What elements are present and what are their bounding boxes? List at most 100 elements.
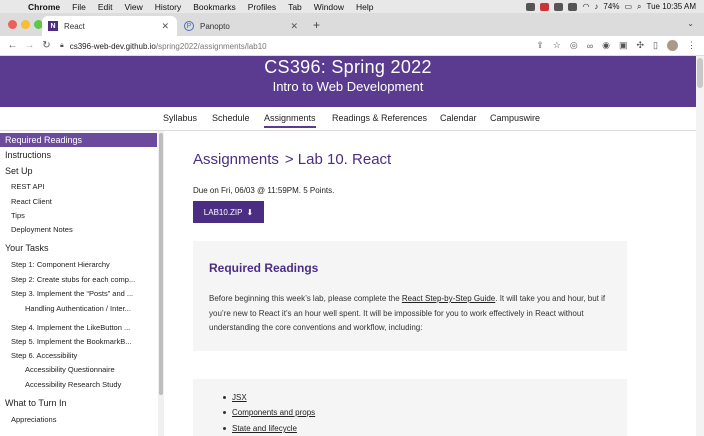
tab-panopto[interactable]: P Panopto ✕ — [178, 16, 306, 36]
nav-schedule[interactable]: Schedule — [212, 113, 250, 123]
link-jsx[interactable]: JSX — [232, 393, 247, 402]
nav-calendar[interactable]: Calendar — [440, 113, 477, 123]
extension-icon-3[interactable]: ▣ — [619, 40, 628, 51]
list-item: Components and props — [223, 408, 315, 417]
toc-set-up[interactable]: Set Up — [0, 164, 157, 178]
nav-readings-references[interactable]: Readings & References — [332, 113, 427, 123]
tab-search-chevron-icon[interactable]: ⌄ — [687, 19, 694, 28]
toc-step-5[interactable]: Step 5. Implement the BookmarkB... — [0, 334, 157, 348]
sidebar-toggle-icon[interactable]: ▯ — [653, 40, 658, 51]
menu-bookmarks[interactable]: Bookmarks — [187, 2, 242, 12]
reload-button[interactable]: ↻ — [38, 40, 55, 51]
forward-button[interactable]: → — [21, 40, 38, 51]
toc-step-2[interactable]: Step 2: Create stubs for each comp... — [0, 272, 157, 286]
panopto-favicon-icon: P — [184, 21, 194, 31]
page-scrollbar[interactable] — [696, 56, 704, 436]
menu-edit[interactable]: Edit — [92, 2, 119, 12]
extension-icon[interactable]: ◎ — [570, 40, 578, 51]
address-toolbar: ← → ↻ 🔒︎ cs396-web-dev.github.io /spring… — [0, 36, 704, 56]
menu-view[interactable]: View — [118, 2, 148, 12]
toc-tips[interactable]: Tips — [0, 208, 157, 222]
status-area: ◠ ♪ 74% ▭ ⌕ Tue 10:35 AM — [526, 2, 704, 12]
nav-syllabus[interactable]: Syllabus — [163, 113, 197, 123]
url-field[interactable]: 🔒︎ cs396-web-dev.github.io /spring2022/a… — [60, 39, 560, 53]
download-icon: ⬇ — [246, 207, 254, 217]
menu-file[interactable]: File — [66, 2, 92, 12]
status-app-icon[interactable] — [526, 2, 536, 11]
toc-react-client[interactable]: React Client — [0, 194, 157, 208]
sidebar-scrollbar-thumb[interactable] — [159, 133, 163, 395]
status-app-icon-2[interactable] — [554, 2, 564, 11]
menu-history[interactable]: History — [149, 2, 187, 12]
volume-icon[interactable]: ♪ — [594, 2, 598, 11]
table-of-contents: Required Readings Instructions Set Up RE… — [0, 131, 157, 436]
toc-appreciations[interactable]: Appreciations — [0, 412, 157, 426]
toc-step-6[interactable]: Step 6. Accessibility — [0, 348, 157, 362]
toc-instructions[interactable]: Instructions — [0, 148, 157, 162]
new-tab-button[interactable]: + — [313, 18, 320, 32]
menu-profiles[interactable]: Profiles — [242, 2, 282, 12]
status-red-icon[interactable] — [540, 2, 550, 11]
toc-handling-authentication[interactable]: Handling Authentication / Inter... — [0, 301, 157, 315]
bullet-icon — [223, 396, 226, 399]
close-tab-icon[interactable]: ✕ — [290, 21, 298, 32]
breadcrumb-assignments[interactable]: Assignments — [193, 151, 279, 168]
lock-icon[interactable]: 🔒︎ — [60, 42, 64, 50]
toc-required-readings[interactable]: Required Readings — [0, 133, 157, 147]
required-readings-card: Required Readings Before beginning this … — [193, 241, 627, 351]
clock[interactable]: Tue 10:35 AM — [646, 2, 696, 11]
main-nav: Syllabus Schedule Assignments Readings &… — [0, 107, 696, 131]
download-zip-button[interactable]: LAB10.ZIP ⬇ — [193, 201, 264, 223]
toc-accessibility-questionnaire[interactable]: Accessibility Questionnaire — [0, 362, 157, 376]
menu-help[interactable]: Help — [350, 2, 379, 12]
toc-what-to-turn-in[interactable]: What to Turn In — [0, 396, 157, 410]
sidebar-scrollbar[interactable] — [158, 131, 164, 436]
toc-rest-api[interactable]: REST API — [0, 179, 157, 193]
toc-step-3[interactable]: Step 3. Implement the “Posts” and ... — [0, 286, 157, 300]
link-extension-icon[interactable]: ∞ — [587, 41, 593, 51]
page-scrollbar-thumb[interactable] — [697, 58, 703, 88]
share-icon[interactable]: ⇪ — [536, 40, 544, 51]
link-components-props[interactable]: Components and props — [232, 408, 315, 417]
wifi-icon[interactable]: ◠ — [582, 2, 589, 11]
due-date: Due on Fri, 06/03 @ 11:59PM. 5 Points. — [193, 186, 335, 195]
back-button[interactable]: ← — [4, 40, 21, 51]
bookmark-star-icon[interactable]: ☆ — [553, 40, 561, 51]
breadcrumb-current: > Lab 10. React — [284, 151, 392, 168]
toc-deployment-notes[interactable]: Deployment Notes — [0, 222, 157, 236]
extension-icon-2[interactable]: ◉ — [602, 40, 610, 51]
battery-percent: 74% — [603, 2, 620, 11]
nav-campuswire[interactable]: Campuswire — [490, 113, 540, 123]
close-tab-icon[interactable]: ✕ — [161, 21, 169, 32]
site-header: CS396: Spring 2022 Intro to Web Developm… — [0, 56, 696, 107]
close-window-button[interactable] — [8, 20, 17, 29]
course-title: CS396: Spring 2022 — [264, 57, 432, 77]
macos-menu-bar: Chrome File Edit View History Bookmarks … — [0, 0, 704, 13]
tab-title: React — [64, 21, 85, 31]
toc-your-tasks[interactable]: Your Tasks — [0, 241, 157, 255]
link-state-lifecycle[interactable]: State and lifecycle — [232, 424, 297, 433]
bullet-icon — [223, 411, 226, 414]
menu-app-name[interactable]: Chrome — [22, 2, 66, 12]
status-app-icon-3[interactable] — [568, 2, 578, 11]
northwestern-favicon-icon: N — [48, 21, 58, 31]
download-label: LAB10.ZIP — [203, 207, 243, 217]
section-title: Required Readings — [209, 261, 319, 275]
battery-icon[interactable]: ▭ — [624, 2, 632, 11]
more-menu-icon[interactable]: ⋮ — [687, 40, 696, 51]
puzzle-extensions-icon[interactable]: ✣ — [637, 40, 645, 51]
url-host: cs396-web-dev.github.io — [69, 41, 156, 51]
minimize-window-button[interactable] — [21, 20, 30, 29]
para-text-before: Before beginning this week’s lab, please… — [209, 294, 402, 303]
nav-assignments[interactable]: Assignments — [264, 113, 316, 128]
tab-react[interactable]: N React ✕ — [42, 16, 177, 36]
profile-avatar[interactable] — [667, 40, 678, 51]
toc-step-4[interactable]: Step 4. Implement the LikeButton ... — [0, 320, 157, 334]
menu-tab[interactable]: Tab — [282, 2, 308, 12]
menu-window[interactable]: Window — [308, 2, 350, 12]
react-guide-link[interactable]: React Step-by-Step Guide — [402, 294, 495, 303]
toc-step-1[interactable]: Step 1: Component Hierarchy — [0, 257, 157, 271]
toc-accessibility-research-study[interactable]: Accessibility Research Study — [0, 377, 157, 391]
search-icon[interactable]: ⌕ — [637, 2, 641, 12]
tab-strip: N React ✕ P Panopto ✕ + ⌄ — [0, 13, 704, 36]
